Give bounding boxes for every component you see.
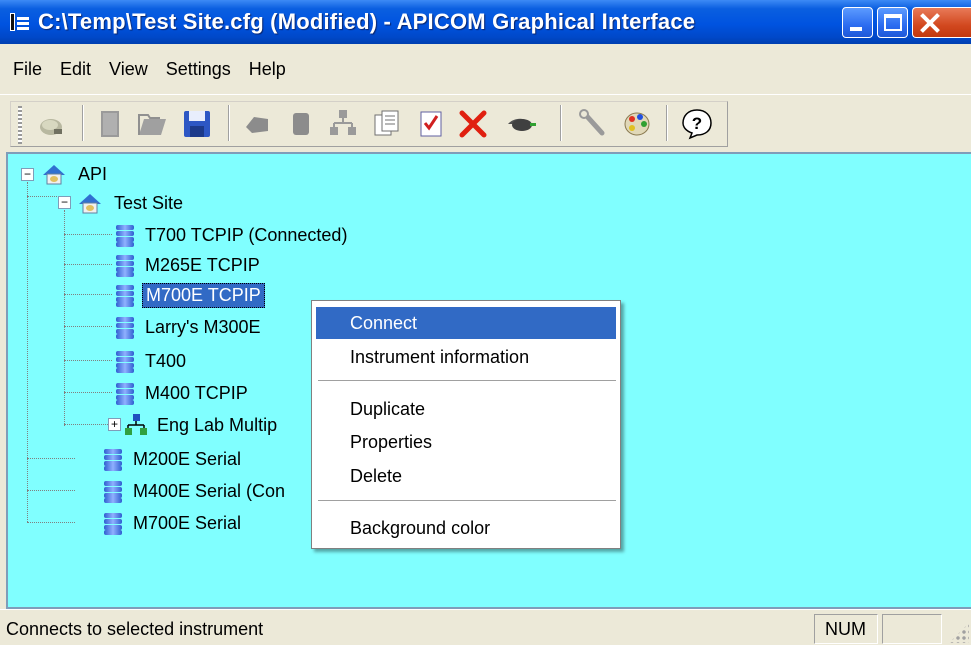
instrument-icon bbox=[114, 223, 136, 247]
instrument-icon bbox=[114, 349, 136, 373]
tree-node-label: M200E Serial bbox=[133, 448, 242, 469]
title-bar[interactable]: C:\Temp\Test Site.cfg (Modified) - APICO… bbox=[0, 0, 971, 44]
toolbar-grip[interactable] bbox=[18, 106, 22, 144]
instrument-icon bbox=[114, 283, 136, 307]
context-duplicate[interactable]: Duplicate bbox=[316, 393, 616, 425]
new-doc-icon[interactable] bbox=[94, 107, 128, 141]
collapse-test-site-button[interactable]: − bbox=[58, 196, 71, 209]
tree-node-label: T700 TCPIP (Connected) bbox=[145, 224, 348, 245]
tree-node-label: Test Site bbox=[114, 192, 184, 213]
window-title: C:\Temp\Test Site.cfg (Modified) - APICO… bbox=[38, 9, 696, 34]
instrument-stack-icon[interactable] bbox=[284, 107, 318, 141]
tree-node-label: M400 TCPIP bbox=[145, 382, 248, 403]
tree-node-instrument[interactable]: M265E TCPIP bbox=[114, 252, 263, 278]
context-delete[interactable]: Delete bbox=[316, 460, 616, 492]
tree-node-test-site[interactable]: Test Site bbox=[77, 190, 186, 216]
instrument-icon bbox=[102, 511, 124, 535]
save-icon[interactable] bbox=[180, 107, 214, 141]
minimize-button[interactable] bbox=[842, 7, 873, 38]
instrument-icon bbox=[102, 447, 124, 471]
status-pane-empty bbox=[882, 614, 942, 644]
toolbar-separator bbox=[228, 105, 230, 141]
tree-node-label: Larry's M300E bbox=[145, 316, 261, 337]
menu-file[interactable]: File bbox=[4, 56, 51, 82]
status-bar: Connects to selected instrument NUM bbox=[0, 609, 971, 645]
instrument-icon bbox=[114, 315, 136, 339]
instrument-icon bbox=[102, 479, 124, 503]
wrench-icon[interactable] bbox=[576, 107, 610, 141]
toolbar-separator bbox=[666, 105, 668, 141]
cable-icon[interactable] bbox=[504, 107, 538, 141]
tree-node-instrument[interactable]: M400 TCPIP bbox=[114, 380, 251, 406]
tree-node-instrument-selected[interactable]: M700E TCPIP bbox=[114, 282, 265, 308]
tree-node-label: M700E Serial bbox=[133, 512, 242, 533]
menu-edit[interactable]: Edit bbox=[51, 56, 100, 82]
connect-plug-icon[interactable] bbox=[34, 107, 68, 141]
menu-separator bbox=[318, 500, 616, 502]
num-lock-label: NUM bbox=[825, 619, 866, 639]
tree-node-label: M400E Serial (Con bbox=[133, 480, 286, 501]
context-instrument-information[interactable]: Instrument information bbox=[316, 341, 616, 373]
network-icon[interactable] bbox=[326, 107, 360, 141]
expand-eng-lab-button[interactable]: + bbox=[108, 418, 121, 431]
instrument-icon bbox=[114, 253, 136, 277]
instrument-icon bbox=[114, 381, 136, 405]
tree-node-group[interactable]: Eng Lab Multip bbox=[124, 412, 280, 438]
home-icon bbox=[79, 194, 101, 214]
context-connect[interactable]: Connect bbox=[316, 307, 616, 339]
collapse-api-button[interactable]: − bbox=[21, 168, 34, 181]
home-icon bbox=[43, 165, 65, 185]
maximize-icon bbox=[884, 14, 902, 31]
menu-view[interactable]: View bbox=[100, 56, 157, 82]
menu-separator bbox=[318, 380, 616, 382]
toolbar: ? bbox=[0, 94, 971, 154]
tree-node-label: API bbox=[78, 163, 108, 184]
maximize-button[interactable] bbox=[877, 7, 908, 38]
palette-icon[interactable] bbox=[620, 107, 654, 141]
resize-grip[interactable] bbox=[949, 623, 969, 643]
help-icon[interactable]: ? bbox=[680, 107, 714, 141]
status-text: Connects to selected instrument bbox=[6, 619, 264, 639]
tree-node-instrument[interactable]: M400E Serial (Con bbox=[102, 478, 288, 504]
tree-node-instrument[interactable]: T400 bbox=[114, 348, 189, 374]
close-button[interactable] bbox=[912, 7, 971, 38]
svg-text:?: ? bbox=[692, 114, 702, 133]
context-properties[interactable]: Properties bbox=[316, 426, 616, 458]
app-icon[interactable] bbox=[10, 11, 30, 33]
minimize-icon bbox=[850, 27, 862, 31]
tree-node-instrument[interactable]: Larry's M300E bbox=[114, 314, 263, 340]
tree-node-api[interactable]: API bbox=[41, 161, 110, 187]
menu-settings[interactable]: Settings bbox=[157, 56, 240, 82]
tree-node-instrument[interactable]: M200E Serial bbox=[102, 446, 244, 472]
checklist-icon[interactable] bbox=[414, 107, 448, 141]
toolbar-separator bbox=[82, 105, 84, 141]
num-lock-indicator: NUM bbox=[814, 614, 878, 644]
context-menu: Connect Instrument information Duplicate… bbox=[311, 300, 621, 549]
copy-icon[interactable] bbox=[370, 107, 404, 141]
delete-x-icon[interactable] bbox=[456, 107, 490, 141]
menu-help[interactable]: Help bbox=[240, 56, 295, 82]
tree-node-instrument[interactable]: T700 TCPIP (Connected) bbox=[114, 222, 350, 248]
tree-node-instrument[interactable]: M700E Serial bbox=[102, 510, 244, 536]
tree-node-label: M700E TCPIP bbox=[142, 282, 265, 308]
menu-bar: File Edit View Settings Help bbox=[0, 44, 971, 94]
tree-node-label: Eng Lab Multip bbox=[157, 414, 278, 435]
network-group-icon bbox=[125, 414, 147, 435]
open-icon[interactable] bbox=[136, 107, 170, 141]
tree-node-label: M265E TCPIP bbox=[145, 254, 260, 275]
context-background-color[interactable]: Background color bbox=[316, 512, 616, 544]
toolbar-separator bbox=[560, 105, 562, 141]
tree-node-label: T400 bbox=[145, 350, 187, 371]
instrument-gray-icon[interactable] bbox=[240, 107, 274, 141]
